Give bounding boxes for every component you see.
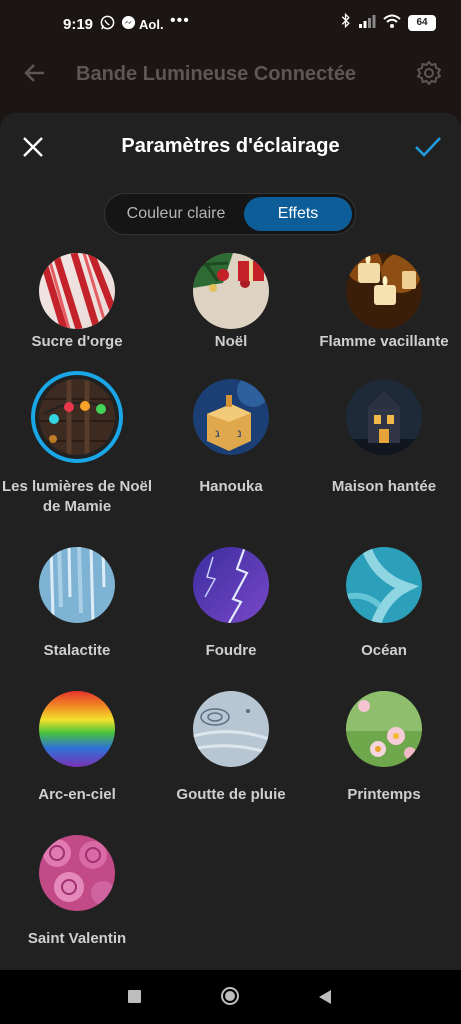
gear-icon[interactable] bbox=[416, 60, 442, 86]
svg-text:נ: נ bbox=[237, 426, 242, 440]
effect-tile-arc-en-ciel[interactable]: Arc-en-ciel bbox=[0, 691, 154, 803]
effect-label: Stalactite bbox=[43, 642, 111, 659]
effect-label: Océan bbox=[361, 642, 407, 659]
wifi-icon bbox=[383, 14, 401, 33]
candle-flame-image bbox=[346, 253, 422, 329]
status-bar: 9:19 Aol. ••• 64 bbox=[0, 0, 461, 50]
battery-indicator: 64 bbox=[408, 15, 436, 31]
whatsapp-icon bbox=[100, 15, 115, 33]
roses-image bbox=[39, 835, 115, 911]
effect-tile-les-lumieres-de-noel-de-mamie[interactable]: Les lumières de Noël de Mamie bbox=[0, 371, 154, 521]
christmas-image bbox=[193, 253, 269, 329]
effect-tile-sucre-d-orge[interactable]: Sucre d'orge bbox=[0, 253, 154, 353]
back-button[interactable] bbox=[317, 988, 333, 1006]
bluetooth-icon bbox=[341, 12, 351, 33]
effect-tile-foudre[interactable]: Foudre bbox=[154, 547, 308, 659]
aol-notification: Aol. bbox=[139, 17, 164, 32]
effect-tile-hanouka[interactable]: גנ Hanouka bbox=[154, 371, 308, 521]
effect-label: Sucre d'orge bbox=[31, 333, 123, 350]
lightning-image bbox=[193, 547, 269, 623]
lighting-settings-sheet: Paramètres d'éclairage Couleur claire Ef… bbox=[0, 113, 461, 970]
effect-label: Les lumières de Noël de Mamie bbox=[1, 478, 153, 515]
effect-tile-printemps[interactable]: Printemps bbox=[307, 691, 461, 803]
spring-flowers-image bbox=[346, 691, 422, 767]
effect-label: Maison hantée bbox=[331, 478, 437, 495]
rainbow-image bbox=[39, 691, 115, 767]
effect-label: Noël bbox=[214, 333, 248, 350]
effect-label: Hanouka bbox=[199, 478, 263, 495]
svg-text:ג: ג bbox=[215, 426, 220, 440]
back-arrow-icon[interactable] bbox=[22, 60, 48, 86]
app-bar: Bande Lumineuse Connectée bbox=[0, 50, 461, 110]
effect-tile-noel[interactable]: Noël bbox=[154, 253, 308, 353]
effect-label: Printemps bbox=[347, 786, 421, 803]
effect-label: Goutte de pluie bbox=[176, 786, 286, 803]
effect-tile-stalactite[interactable]: Stalactite bbox=[0, 547, 154, 659]
effect-tile-ocean[interactable]: Océan bbox=[307, 547, 461, 659]
raindrop-image bbox=[193, 691, 269, 767]
app-title: Bande Lumineuse Connectée bbox=[76, 63, 357, 85]
effect-tile-flamme-vacillante[interactable]: Flamme vacillante bbox=[307, 253, 461, 353]
effect-tile-goutte-de-pluie[interactable]: Goutte de pluie bbox=[154, 691, 308, 803]
haunted-house-image bbox=[346, 379, 422, 455]
more-notifications-icon: ••• bbox=[170, 12, 190, 29]
messenger-icon bbox=[121, 15, 136, 33]
home-button[interactable] bbox=[220, 986, 240, 1006]
recents-button[interactable] bbox=[128, 990, 141, 1003]
effect-tile-saint-valentin[interactable]: Saint Valentin bbox=[0, 835, 154, 947]
effect-label: Saint Valentin bbox=[27, 930, 127, 947]
effects-grid: Sucre d'orge Noël Flamme vacillante Les … bbox=[0, 113, 461, 970]
effect-label: Arc-en-ciel bbox=[38, 786, 116, 803]
status-time: 9:19 bbox=[63, 16, 94, 33]
string-lights-image bbox=[39, 379, 115, 455]
effect-label: Foudre bbox=[205, 642, 257, 659]
ocean-image bbox=[346, 547, 422, 623]
candy-cane-image bbox=[39, 253, 115, 329]
signal-icon bbox=[358, 14, 376, 33]
dreidel-image: גנ bbox=[193, 379, 269, 455]
icicle-image bbox=[39, 547, 115, 623]
effect-label: Flamme vacillante bbox=[319, 333, 449, 350]
system-navigation-bar bbox=[0, 970, 461, 1024]
effect-tile-maison-hantee[interactable]: Maison hantée bbox=[307, 371, 461, 521]
